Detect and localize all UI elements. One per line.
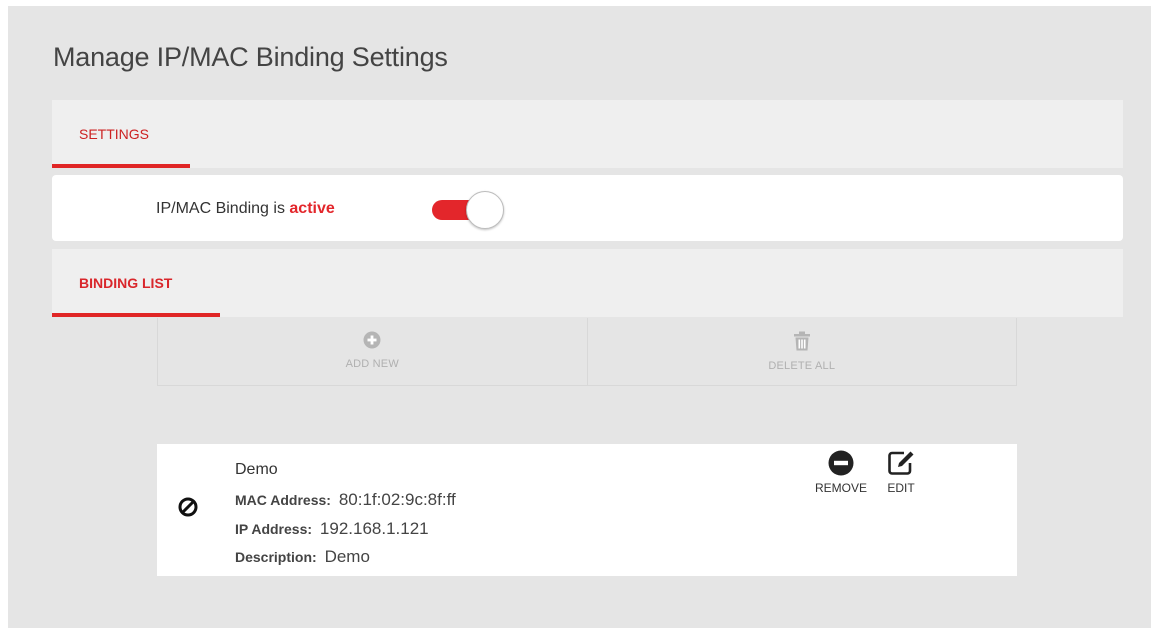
add-new-label: ADD NEW — [345, 358, 399, 370]
mac-address-value: 80:1f:02:9c:8f:ff — [338, 490, 456, 509]
remove-label: REMOVE — [814, 481, 867, 495]
binding-status-label: IP/MAC Binding is active — [156, 200, 335, 218]
binding-status-row: IP/MAC Binding is active — [52, 175, 1123, 241]
mac-address-field: MAC Address: 80:1f:02:9c:8f:ff — [235, 490, 456, 510]
settings-section-header: SETTINGS — [52, 100, 1123, 168]
description-field: Description: Demo — [235, 547, 370, 567]
plus-circle-icon — [363, 331, 381, 349]
delete-all-label: DELETE ALL — [768, 360, 836, 372]
block-icon — [178, 497, 198, 517]
ip-address-field: IP Address: 192.168.1.121 — [235, 519, 429, 539]
description-value: Demo — [324, 547, 370, 566]
page-title: Manage IP/MAC Binding Settings — [53, 42, 448, 72]
binding-name: Demo — [235, 461, 278, 478]
edit-button[interactable]: EDIT — [881, 450, 921, 495]
binding-toggle[interactable] — [432, 191, 504, 229]
edit-pencil-icon — [888, 451, 914, 475]
delete-all-button[interactable]: DELETE ALL — [586, 318, 1017, 385]
toggle-knob — [466, 191, 504, 229]
remove-button[interactable]: REMOVE — [807, 450, 875, 495]
binding-status-prefix: IP/MAC Binding is — [156, 200, 285, 217]
binding-actions-bar: ADD NEW DELETE ALL — [157, 318, 1017, 386]
edit-label: EDIT — [887, 481, 915, 495]
description-label: Description: — [235, 549, 317, 565]
minus-circle-icon — [828, 450, 854, 476]
binding-status-value: active — [289, 200, 335, 217]
add-new-button[interactable]: ADD NEW — [158, 318, 587, 385]
tab-binding-list[interactable]: BINDING LIST — [52, 249, 220, 317]
trash-icon — [793, 331, 810, 351]
tab-settings[interactable]: SETTINGS — [52, 100, 190, 168]
ip-address-value: 192.168.1.121 — [319, 519, 429, 538]
binding-list-section-header: BINDING LIST — [52, 249, 1123, 317]
ip-address-label: IP Address: — [235, 521, 313, 537]
binding-list-item: Demo MAC Address: 80:1f:02:9c:8f:ff IP A… — [157, 444, 1017, 576]
mac-address-label: MAC Address: — [235, 492, 331, 508]
